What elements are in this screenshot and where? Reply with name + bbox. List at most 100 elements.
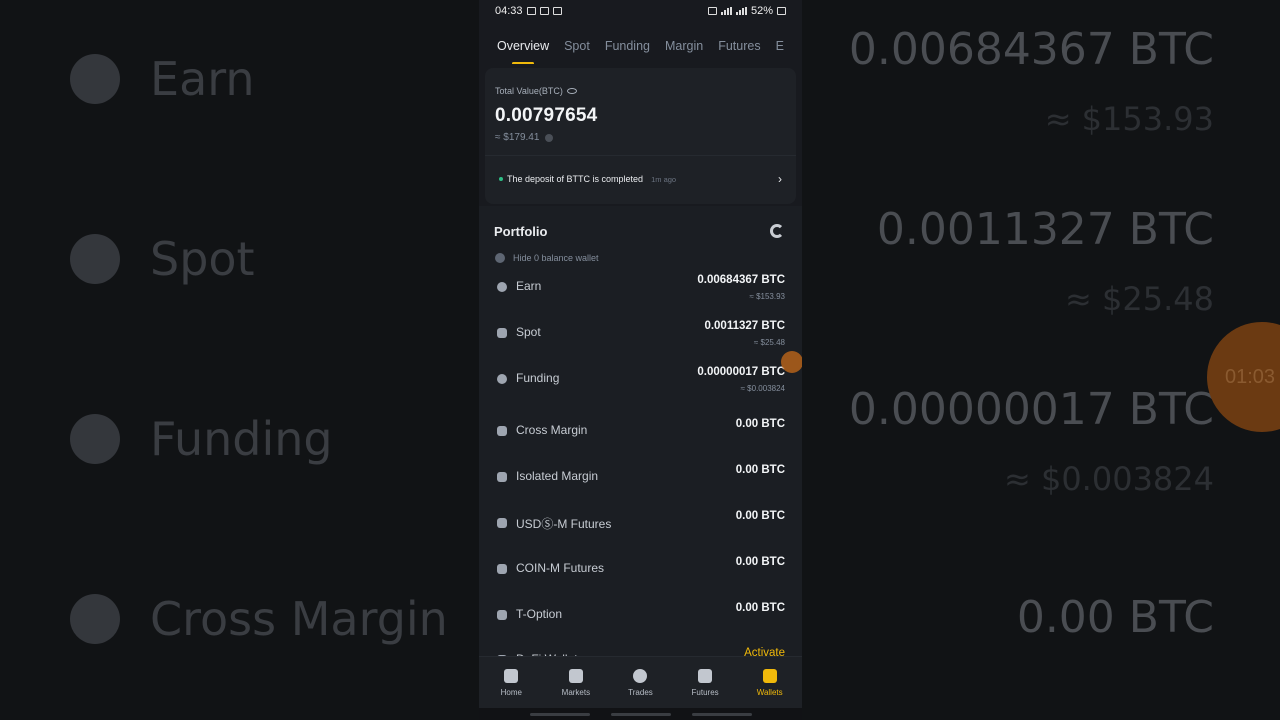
bg-label: Funding [150,412,333,466]
bg-sub-value: ≈ $25.48 [1065,280,1214,318]
wallet-value: 0.00 BTC [735,510,785,522]
blurred-background-right: 0.00684367 BTC ≈ $153.93 0.0011327 BTC ≈… [802,0,1280,720]
wallet-name: T-Option [516,607,563,621]
wallet-value: 0.0011327 BTC [704,320,785,332]
wallet-value: 0.00 BTC [735,556,785,568]
pie-chart-icon[interactable] [770,224,784,238]
screen: Earn Spot Funding Cross Margin 0.0068436… [0,0,1280,720]
nav-home[interactable]: Home [481,668,541,697]
funding-icon [497,374,507,384]
futures-icon [698,668,713,683]
spot-icon [70,234,120,284]
phone-screen: 04:33 52% Overview Spot Funding Margin F… [479,0,802,720]
wallet-row-funding[interactable]: Funding 0.00000017 BTC ≈ $0.003824 [479,366,802,411]
wallet-name: Cross Margin [516,423,588,437]
blurred-background-left: Earn Spot Funding Cross Margin [0,0,479,720]
mail-icon [526,7,536,15]
total-value: 0.00797654 [495,105,598,126]
eye-icon[interactable] [566,88,577,94]
wallet-name: Isolated Margin [516,469,599,483]
check-circle-icon [495,253,505,263]
trades-icon [633,668,648,683]
recorder-timer: 01:03 [1225,366,1276,388]
bg-row-funding: Funding [70,412,333,466]
wallet-row-usdm-futures[interactable]: USDⓈ-M Futures 0.00 BTC [479,510,802,555]
signal-icon [720,7,732,15]
battery-icon [777,7,786,15]
bg-sub-value: ≈ $0.003824 [1003,460,1214,498]
wallet-usd: ≈ $0.003824 [740,384,785,393]
status-bar: 04:33 52% [479,0,802,22]
funding-icon [70,414,120,464]
deposit-notice[interactable]: The deposit of BTTC is completed 1m ago … [499,172,782,186]
bg-label: Earn [150,52,255,106]
spot-icon [497,328,507,338]
wallet-icon [762,668,777,683]
futures-icon [497,518,507,528]
wallet-row-earn[interactable]: Earn 0.00684367 BTC ≈ $153.93 [479,274,802,319]
tab-margin[interactable]: Margin [665,22,703,64]
notice-text: The deposit of BTTC is completed [507,174,644,184]
nav-futures[interactable]: Futures [675,668,735,697]
notification-icon [539,7,549,15]
wallet-value: 0.00 BTC [735,464,785,476]
bottom-nav: Home Markets Trades Futures Wallets [479,656,802,708]
status-dot-icon [499,177,503,181]
bg-value: 0.00684367 BTC [848,24,1214,75]
nav-trades[interactable]: Trades [610,668,670,697]
option-icon [497,610,507,620]
divider [485,155,796,156]
wallet-tabs: Overview Spot Funding Margin Futures E [479,22,802,64]
earn-icon [497,282,507,292]
wallet-value: 0.00684367 BTC [697,274,785,286]
recents-handle[interactable] [529,712,590,716]
wallet-row-isolated-margin[interactable]: Isolated Margin 0.00 BTC [479,464,802,509]
bg-value: 0.00 BTC [1016,592,1214,643]
portfolio-title: Portfolio [494,224,548,239]
wallet-row-t-option[interactable]: T-Option 0.00 BTC [479,602,802,647]
cross-margin-icon [70,594,120,644]
bg-row-earn: Earn [70,52,255,106]
battery-level: 52% [750,5,773,17]
tab-funding[interactable]: Funding [605,22,650,64]
wallet-name: Spot [516,325,541,339]
total-value-card: Total Value(BTC) 0.00797654 ≈ $179.41 Th… [485,68,796,204]
tab-earn[interactable]: E [776,22,784,64]
signal-icon [735,7,747,15]
tab-spot[interactable]: Spot [564,22,590,64]
wallet-value: 0.00 BTC [735,418,785,430]
tab-futures[interactable]: Futures [718,22,760,64]
nav-markets[interactable]: Markets [546,668,606,697]
bg-value: 0.00000017 BTC [848,384,1214,435]
cross-margin-icon [497,426,507,436]
nav-wallets[interactable]: Wallets [740,668,800,697]
bg-value: 0.0011327 BTC [876,204,1214,255]
tab-overview[interactable]: Overview [497,22,549,64]
info-icon[interactable] [545,133,554,142]
screen-recorder-bubble[interactable] [781,351,802,373]
home-handle[interactable] [610,712,671,716]
wallet-name: Funding [516,371,560,385]
isolated-margin-icon [497,472,507,482]
total-value-label: Total Value(BTC) [495,86,577,96]
wallet-name: USDⓈ-M Futures [516,517,612,531]
hide-zero-label: Hide 0 balance wallet [513,253,599,263]
bg-row-cross-margin: Cross Margin [70,592,448,646]
wallet-name: COIN-M Futures [516,561,605,575]
total-value-usd: ≈ $179.41 [495,132,554,143]
futures-icon [497,564,507,574]
wallet-value: 0.00 BTC [735,602,785,614]
wallet-row-spot[interactable]: Spot 0.0011327 BTC ≈ $25.48 [479,320,802,365]
back-handle[interactable] [691,712,752,716]
screen-recorder-bubble: 01:03 [1207,322,1280,432]
wallet-name: Earn [516,279,542,293]
bg-sub-value: ≈ $153.93 [1044,100,1214,138]
wallet-row-coinm-futures[interactable]: COIN-M Futures 0.00 BTC [479,556,802,601]
hide-zero-balance-toggle[interactable]: Hide 0 balance wallet [495,253,599,263]
home-icon [504,668,519,683]
wallet-row-cross-margin[interactable]: Cross Margin 0.00 BTC [479,418,802,463]
chevron-right-icon: › [778,172,782,186]
notice-time: 1m ago [651,174,677,184]
bg-label: Cross Margin [150,592,448,646]
markets-icon [568,668,583,683]
